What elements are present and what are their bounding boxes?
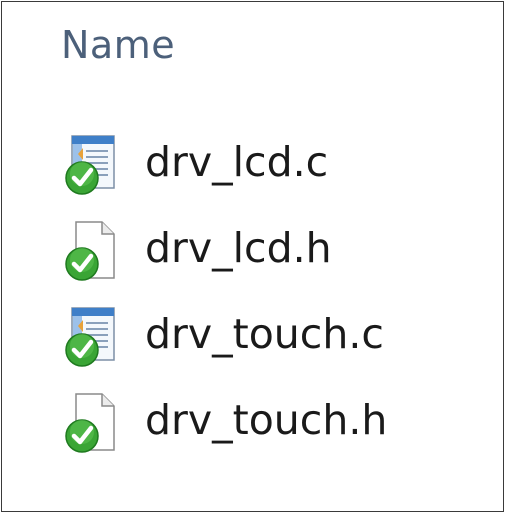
- synced-check-icon: [65, 333, 99, 367]
- synced-check-icon: [65, 419, 99, 453]
- c-source-file-icon: [62, 306, 124, 368]
- header-file-icon: [62, 392, 124, 454]
- file-name[interactable]: drv_touch.c: [145, 314, 384, 355]
- file-list: drv_lcd.c drv_lcd.h drv_touch.c drv_touc…: [62, 134, 482, 478]
- synced-check-icon: [65, 161, 99, 195]
- c-source-file-icon: [62, 134, 124, 196]
- file-name[interactable]: drv_lcd.h: [145, 228, 332, 269]
- name-column-header[interactable]: Name: [61, 26, 175, 64]
- file-row-drv-touch-h[interactable]: drv_touch.h: [62, 392, 482, 478]
- file-row-drv-touch-c[interactable]: drv_touch.c: [62, 306, 482, 392]
- file-name[interactable]: drv_lcd.c: [145, 142, 328, 183]
- file-name[interactable]: drv_touch.h: [145, 400, 387, 441]
- file-row-drv-lcd-c[interactable]: drv_lcd.c: [62, 134, 482, 220]
- explorer-window: Name drv_lcd.c drv_lcd.h drv_touch.c drv…: [1, 1, 504, 512]
- synced-check-icon: [65, 247, 99, 281]
- file-row-drv-lcd-h[interactable]: drv_lcd.h: [62, 220, 482, 306]
- header-file-icon: [62, 220, 124, 282]
